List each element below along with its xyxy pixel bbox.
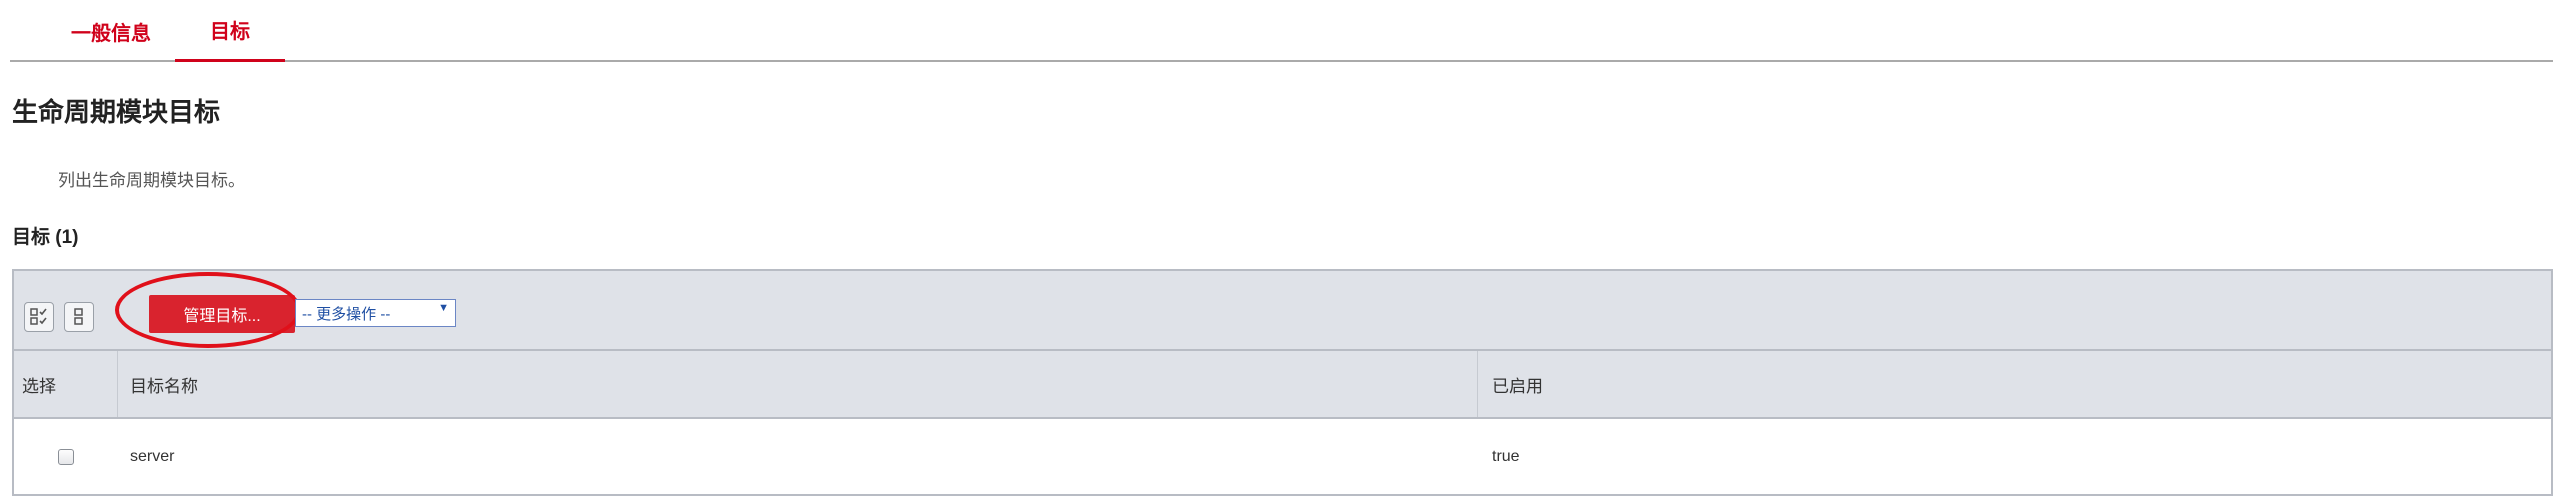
more-actions-label: -- 更多操作 -- <box>302 305 391 323</box>
page-description: 列出生命周期模块目标。 <box>58 171 245 190</box>
table-header-row: 选择 目标名称 已启用 <box>14 351 2551 419</box>
row-select-cell <box>14 419 118 494</box>
manage-targets-button[interactable]: 管理目标... <box>149 295 295 333</box>
table-row: server true <box>14 419 2551 494</box>
tab-bar: 一般信息 目标 <box>10 0 2553 62</box>
section-title: 目标 (1) <box>12 227 79 248</box>
page: 一般信息 目标 生命周期模块目标 列出生命周期模块目标。 目标 (1) 管理目标 <box>0 0 2560 502</box>
column-header-target-name[interactable]: 目标名称 <box>118 351 1478 417</box>
column-header-select[interactable]: 选择 <box>14 351 118 417</box>
column-header-enabled[interactable]: 已启用 <box>1478 351 2551 417</box>
row-checkbox[interactable] <box>58 448 74 465</box>
dropdown-arrow-icon: ▼ <box>438 302 449 314</box>
targets-table-panel: 管理目标... -- 更多操作 -- ▼ 选择 目标名称 已启用 server … <box>12 269 2553 496</box>
table-toolbar: 管理目标... -- 更多操作 -- ▼ <box>14 271 2551 351</box>
page-title: 生命周期模块目标 <box>12 97 221 127</box>
select-all-icon[interactable] <box>24 302 54 332</box>
tab-general-info[interactable]: 一般信息 <box>56 0 166 62</box>
more-actions-select[interactable]: -- 更多操作 -- ▼ <box>295 299 456 327</box>
enabled-cell: true <box>1492 447 1520 465</box>
tab-targets[interactable]: 目标 <box>175 0 285 62</box>
column-toggle-icon[interactable] <box>64 302 94 332</box>
target-name-cell: server <box>130 447 175 465</box>
